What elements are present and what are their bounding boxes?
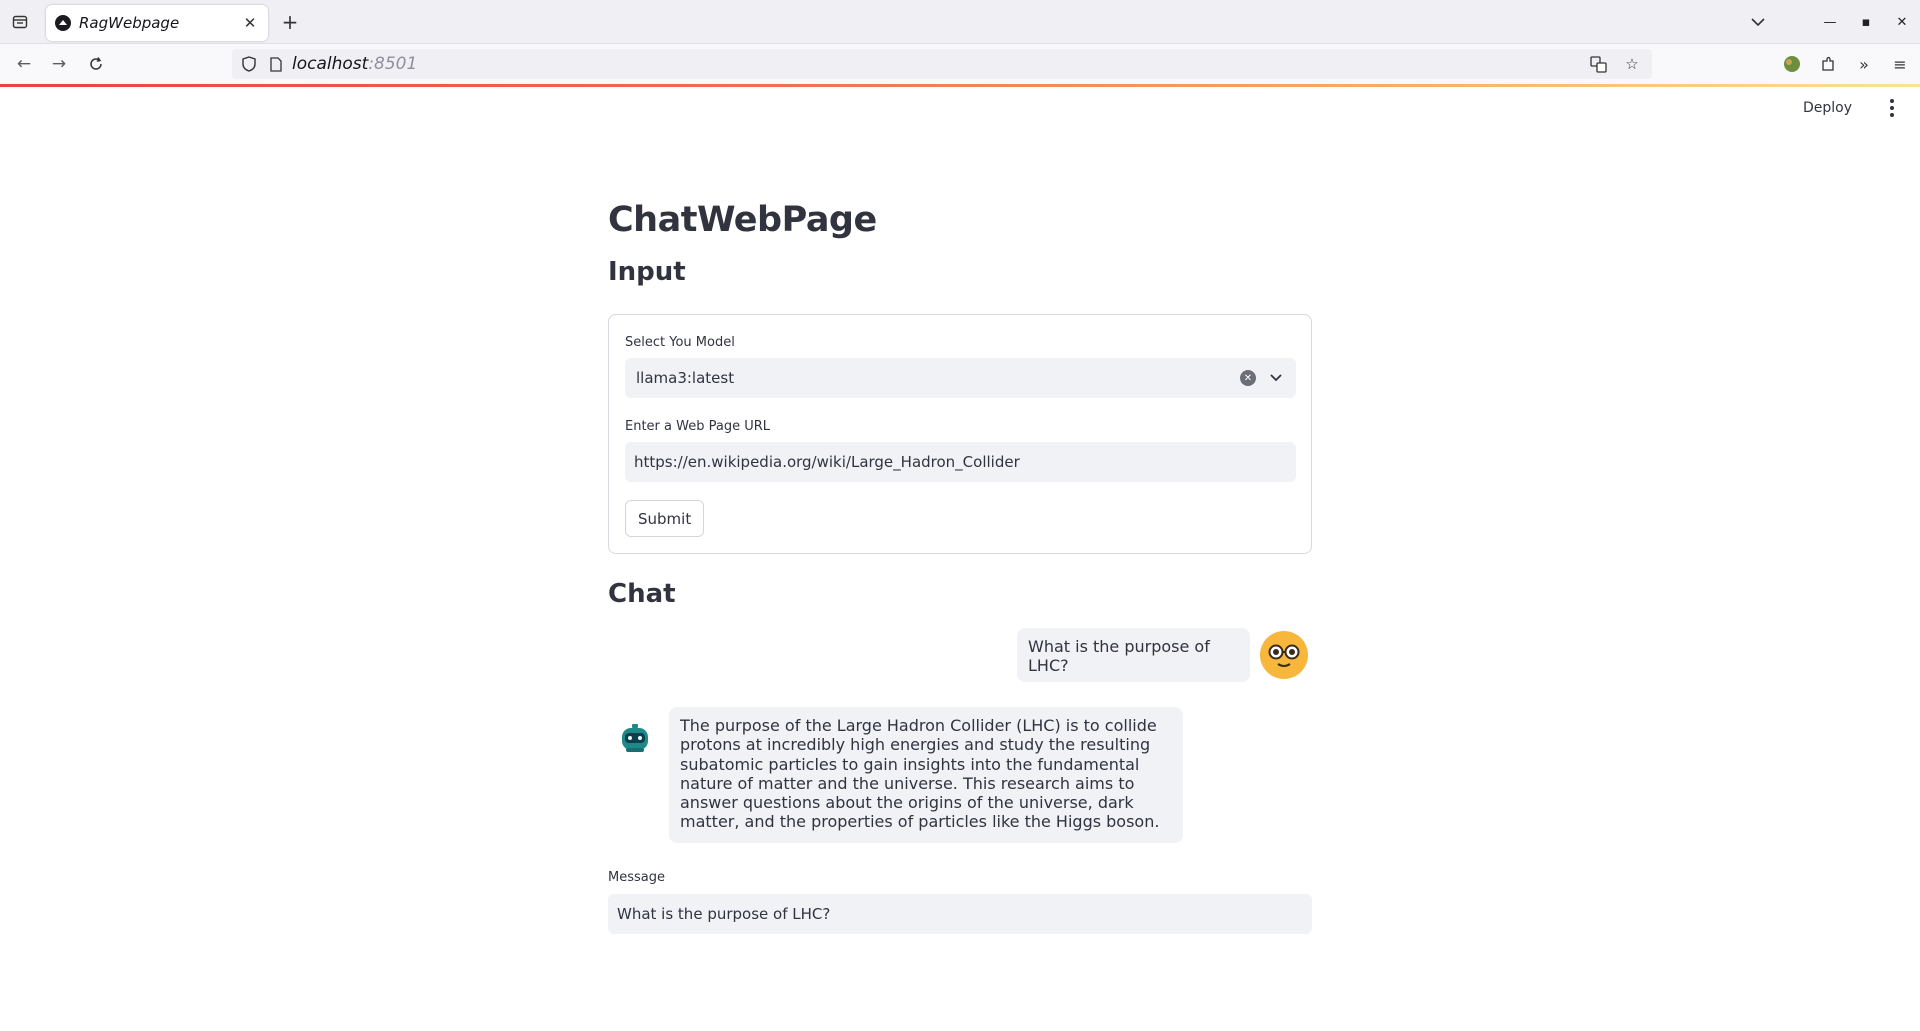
reload-icon[interactable] <box>84 52 108 76</box>
user-avatar-nerd-face-icon <box>1260 631 1308 679</box>
model-select[interactable]: llama3:latest ✕ <box>625 358 1296 398</box>
new-tab-icon[interactable]: + <box>278 10 302 34</box>
browser-tab[interactable]: RagWebpage ✕ <box>46 5 268 41</box>
model-select-label: Select You Model <box>625 335 735 350</box>
user-message-bubble: What is the purpose of LHC? <box>1017 628 1250 682</box>
url-input-label: Enter a Web Page URL <box>625 419 770 434</box>
firefox-view-icon[interactable] <box>8 10 32 34</box>
bookmark-star-icon[interactable]: ☆ <box>1620 52 1644 76</box>
url-port: :8501 <box>368 54 418 74</box>
minimize-window-icon[interactable]: — <box>1812 4 1848 40</box>
streamlit-favicon-icon <box>55 15 71 31</box>
assistant-avatar-robot-icon <box>612 716 658 762</box>
page-title: ChatWebPage <box>608 200 877 240</box>
clear-selection-icon[interactable]: ✕ <box>1240 370 1256 386</box>
extensions-icon[interactable] <box>1816 52 1840 76</box>
assistant-message-text: The purpose of the Large Hadron Collider… <box>680 716 1160 832</box>
url-input-value: https://en.wikipedia.org/wiki/Large_Hadr… <box>634 453 1020 471</box>
message-input[interactable]: What is the purpose of LHC? <box>608 894 1312 934</box>
user-message-text: What is the purpose of LHC? <box>1028 637 1210 675</box>
tab-title: RagWebpage <box>79 14 180 32</box>
assistant-message-bubble: The purpose of the Large Hadron Collider… <box>669 707 1183 843</box>
app-header: Deploy <box>0 87 1920 131</box>
account-avatar-icon[interactable] <box>1780 52 1804 76</box>
address-bar[interactable]: localhost:8501 ☆ <box>232 49 1652 79</box>
browser-nav-bar: ← → localhost:8501 ☆ » ≡ <box>0 44 1920 84</box>
message-input-value: What is the purpose of LHC? <box>617 905 831 923</box>
back-arrow-icon[interactable]: ← <box>12 52 36 76</box>
close-window-icon[interactable]: ✕ <box>1884 4 1920 40</box>
model-select-value: llama3:latest <box>636 369 735 387</box>
shield-icon[interactable] <box>242 56 260 72</box>
input-heading: Input <box>608 257 686 287</box>
maximize-window-icon[interactable]: ▪ <box>1848 4 1884 40</box>
input-form: Select You Model llama3:latest ✕ Enter a… <box>608 314 1312 554</box>
submit-button[interactable]: Submit <box>625 500 705 537</box>
deploy-button[interactable]: Deploy <box>1797 96 1858 120</box>
url-host: localhost <box>292 54 369 74</box>
list-all-tabs-icon[interactable] <box>1746 10 1770 34</box>
page-info-icon[interactable] <box>270 56 282 72</box>
chat-heading: Chat <box>608 579 676 609</box>
message-input-label: Message <box>608 870 665 885</box>
chevron-down-icon[interactable] <box>1268 370 1284 386</box>
translate-icon[interactable] <box>1586 52 1610 76</box>
main-menu-kebab-icon[interactable] <box>1880 95 1904 121</box>
main-content: ChatWebPage Input <box>608 190 1312 292</box>
url-input[interactable]: https://en.wikipedia.org/wiki/Large_Hadr… <box>625 442 1296 482</box>
url-text[interactable]: localhost:8501 <box>292 54 417 74</box>
app-menu-hamburger-icon[interactable]: ≡ <box>1888 52 1912 76</box>
forward-arrow-icon[interactable]: → <box>47 52 71 76</box>
close-tab-icon[interactable]: ✕ <box>238 11 262 35</box>
more-tools-chevron-icon[interactable]: » <box>1852 52 1876 76</box>
browser-tab-bar: RagWebpage ✕ + — ▪ ✕ <box>0 0 1920 44</box>
